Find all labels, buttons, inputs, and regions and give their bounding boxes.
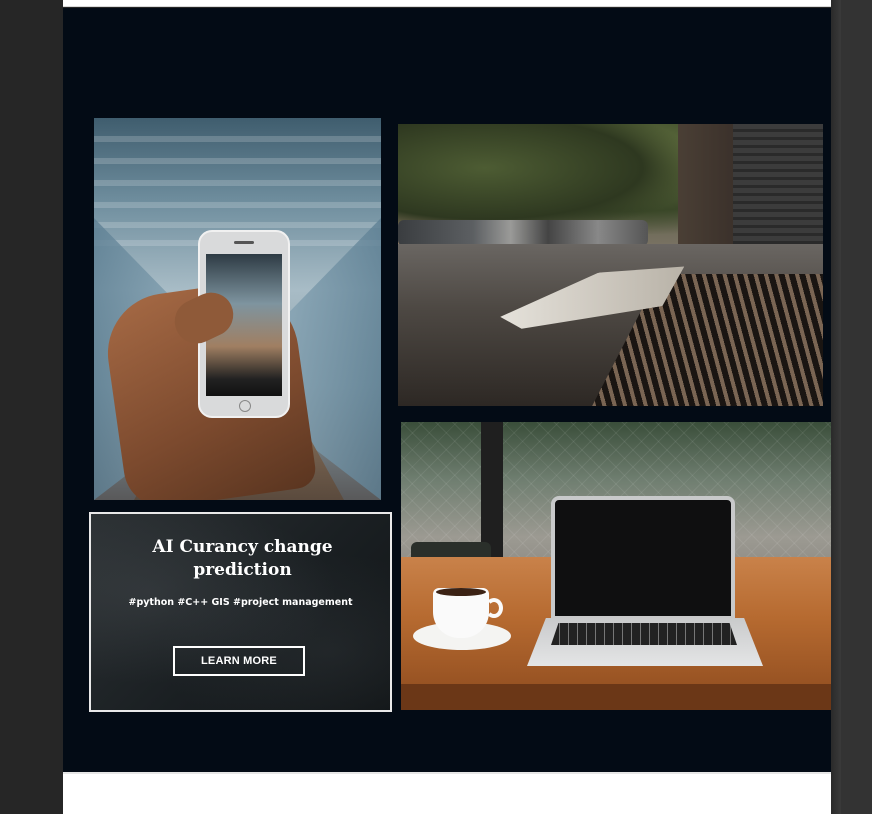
trees	[398, 124, 688, 234]
laptop-keyboard	[551, 623, 737, 645]
project-promo-card: AI Curancy change prediction #python #C+…	[89, 512, 392, 712]
page-top-strip	[63, 0, 831, 7]
project-tags: #python #C++ GIS #project management	[128, 597, 353, 608]
phone-corridor-photo	[94, 118, 381, 500]
coffee	[436, 588, 486, 596]
page-bottom-strip	[63, 772, 831, 814]
project-title: AI Curancy change prediction	[152, 537, 333, 580]
cup-handle	[485, 598, 503, 618]
phone-home-button	[239, 400, 251, 412]
phone-speaker	[234, 241, 254, 244]
pillar	[678, 124, 738, 264]
parked-cars	[398, 220, 648, 246]
right-edge-panel	[831, 0, 872, 814]
table-edge	[401, 684, 831, 710]
learn-more-button[interactable]: LEARN MORE	[173, 646, 305, 676]
laptop-coffee-photo	[401, 422, 831, 710]
street-newspaper-photo	[398, 124, 823, 406]
portfolio-hero-section: AI Curancy change prediction #python #C+…	[63, 8, 831, 772]
laptop-screen	[551, 496, 735, 620]
